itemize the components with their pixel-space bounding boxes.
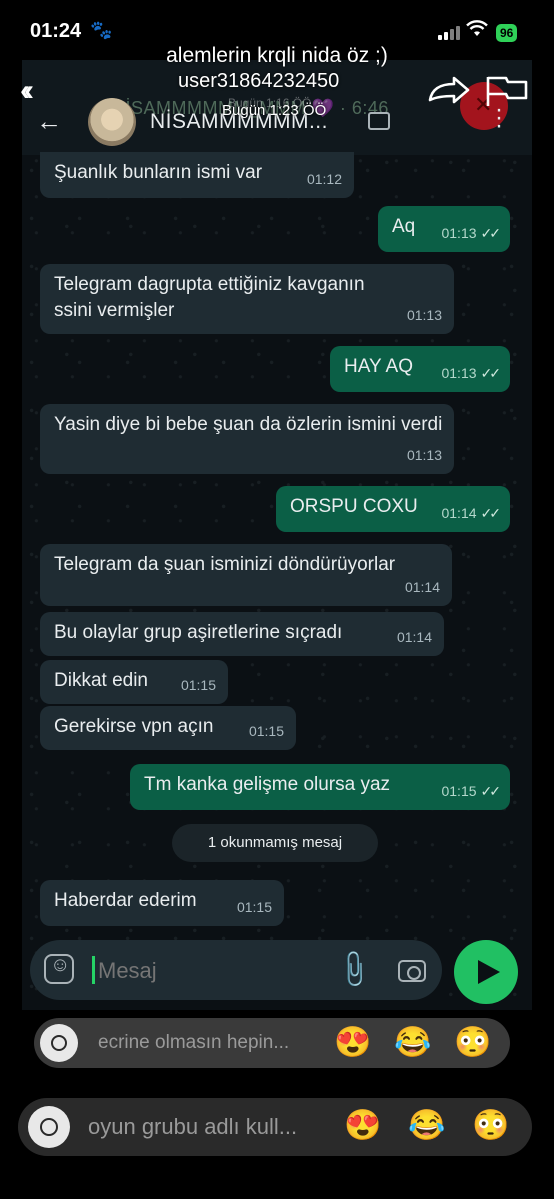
avatar[interactable] [88,98,136,146]
wifi-icon [466,20,488,43]
message-incoming[interactable]: Şuanlık bunların ismi var 01:12 [40,152,354,198]
joy-emoji-icon: 😂 [394,1026,432,1059]
paw-icon: 🐾 [90,20,113,40]
message-time: 01:14 [441,505,477,521]
message-text: Telegram da şuan isminizi döndürüyorlar [54,554,396,575]
message-text: Şuanlık bunların ismi var [54,162,263,183]
message-text: Telegram dagrupta ettiğiniz kavganın ssi… [54,274,365,321]
double-check-icon: ✓✓ [480,365,502,381]
double-check-icon: ✓✓ [480,505,502,521]
text-cursor [92,956,95,984]
chat-screenshot: 📞 NİSAMMMMMM_MMM 💜 · 6:46 ← NİSAMMMMMM..… [22,60,532,1010]
arrow-left-icon[interactable]: ← [36,106,62,137]
joy-emoji-icon[interactable]: 😂 [408,1109,445,1143]
heart-eyes-emoji-icon: 😍 [334,1026,372,1059]
message-time: 01:13 [406,447,442,463]
message-outgoing[interactable]: HAY AQ 01:13 ✓✓ [330,346,510,392]
share-icon[interactable] [426,76,472,106]
message-text: Dikkat edin [54,670,148,691]
message-text: ORSPU COXU [290,496,418,517]
story-caption: alemlerin krqli nida öz ;) [166,44,388,67]
message-time: 01:14 [404,579,440,595]
report-flag-icon[interactable] [484,74,530,108]
story-username[interactable]: user31864232450 [178,70,339,93]
message-time: 01:15 [236,899,272,915]
camera-icon[interactable] [28,1106,70,1148]
message-text: Bu olaylar grup aşiretlerine sıçradı [54,622,343,643]
message-text: Aq [392,216,416,237]
double-chevron-left-icon[interactable]: ‹‹ [20,74,34,108]
story-reply-bar[interactable]: oyun grubu adlı kull... 😍 😂 😳 [18,1098,532,1156]
message-outgoing[interactable]: Tm kanka gelişme olursa yaz 01:15 ✓✓ [130,764,510,810]
video-call-icon[interactable] [368,112,390,130]
message-incoming[interactable]: Haberdar ederim 01:15 [40,880,284,926]
message-text: Yasin diye bi bebe şuan da özlerin ismin… [54,414,443,435]
message-text: HAY AQ [344,356,413,377]
story-date: Bugün 1:23 ÖÖ [222,102,327,119]
chat-wallpaper [22,60,532,1010]
message-text: Tm kanka gelişme olursa yaz [144,774,391,795]
message-incoming[interactable]: Dikkat edin 01:15 [40,660,228,704]
message-outgoing[interactable]: Aq 01:13 ✓✓ [378,206,510,252]
heart-eyes-emoji-icon[interactable]: 😍 [344,1109,381,1143]
send-button[interactable] [454,940,518,1004]
attach-icon[interactable]: 📎 [332,947,376,992]
flushed-emoji-icon[interactable]: 😳 [472,1109,509,1143]
message-time: 01:14 [396,629,432,645]
flushed-emoji-icon: 😳 [454,1026,492,1059]
sticker-icon[interactable] [44,954,74,984]
message-incoming[interactable]: Bu olaylar grup aşiretlerine sıçradı 01:… [40,612,444,656]
story-reply-input[interactable]: oyun grubu adlı kull... [88,1114,297,1140]
unread-divider: 1 okunmamış mesaj [172,824,378,862]
message-composer: 📎 [30,940,442,1000]
inner-reply-text: ecrine olmasın hepin... [98,1032,290,1053]
battery-indicator: 96 [496,24,518,42]
message-time: 01:15 [180,677,216,693]
message-incoming[interactable]: Telegram dagrupta ettiğiniz kavganın ssi… [40,264,454,334]
double-check-icon: ✓✓ [480,783,502,799]
double-check-icon: ✓✓ [480,225,502,241]
message-incoming[interactable]: Gerekirse vpn açın 01:15 [40,706,296,750]
message-time: 01:13 [406,307,442,323]
message-time: 01:15 [248,723,284,739]
inner-story-reply-bar: ecrine olmasın hepin... 😍 😂 😳 [34,1018,510,1068]
message-time: 01:12 [306,171,342,187]
more-vert-icon[interactable]: · · · [494,98,504,138]
message-incoming[interactable]: Telegram da şuan isminizi döndürüyorlar … [40,544,452,606]
camera-icon [40,1024,78,1062]
message-text: Gerekirse vpn açın [54,716,214,737]
message-outgoing[interactable]: ORSPU COXU 01:14 ✓✓ [276,486,510,532]
message-time: 01:13 [441,225,477,241]
message-incoming[interactable]: Yasin diye bi bebe şuan da özlerin ismin… [40,404,454,474]
message-time: 01:13 [441,365,477,381]
camera-icon[interactable] [398,960,426,982]
signal-icon [438,26,460,40]
message-text: Haberdar ederim [54,890,197,911]
status-time: 01:24 [30,20,82,42]
message-time: 01:15 [441,783,477,799]
message-input[interactable] [98,958,318,984]
